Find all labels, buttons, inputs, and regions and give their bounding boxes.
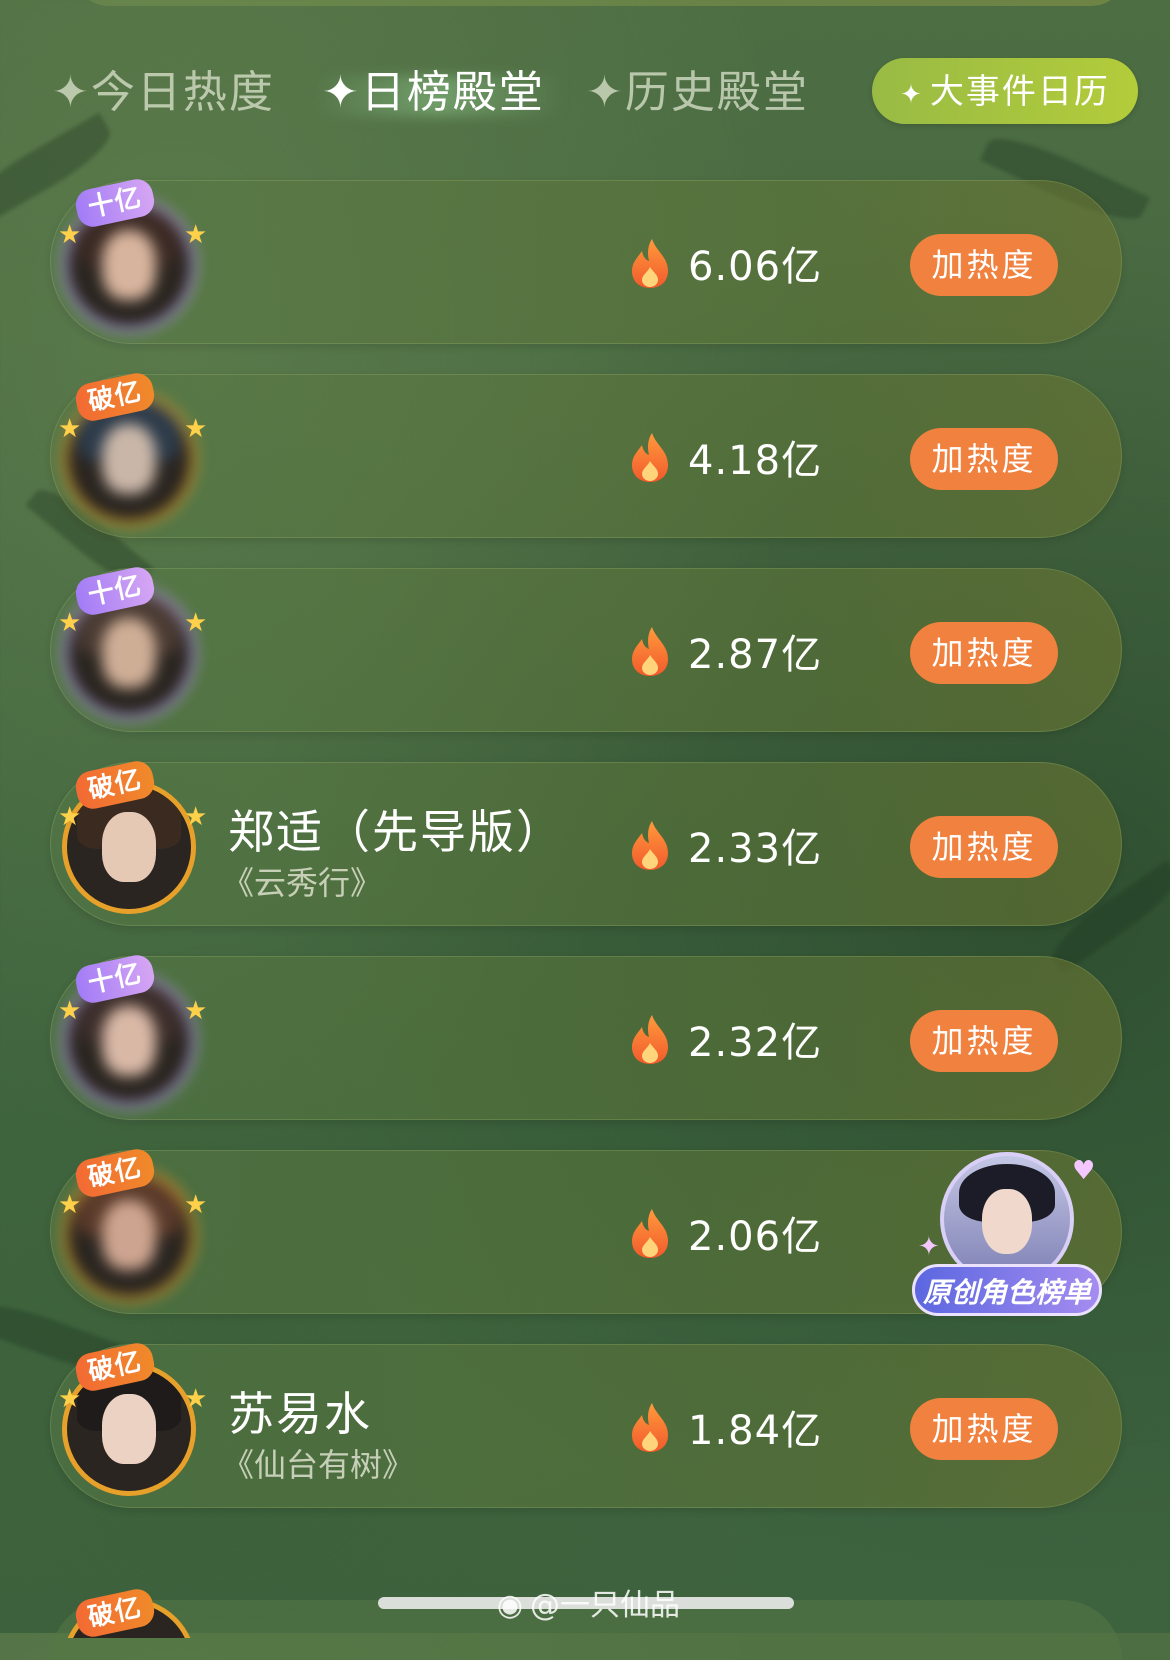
star-icon: ★ [184, 1384, 208, 1414]
ranking-row[interactable]: 十亿 ★ ★ 6.06亿 加热度 [50, 176, 1122, 344]
fire-icon [632, 627, 668, 676]
heat-value: 2.87亿 [688, 632, 823, 678]
avatar-container[interactable]: 破亿 ★ ★ [56, 370, 207, 530]
heat-value: 2.32亿 [688, 1020, 823, 1066]
avatar-container[interactable]: 破亿 ★ ★ [56, 1146, 207, 1306]
star-icon: ★ [58, 608, 82, 638]
original-character-ranking-label: 原创角色榜单 [912, 1264, 1102, 1316]
character-name: 苏易水 [228, 1387, 372, 1441]
star-icon: ★ [184, 996, 208, 1026]
fire-icon [632, 821, 668, 870]
avatar-container[interactable]: 破亿 [56, 1548, 202, 1638]
avatar-container[interactable]: 十亿 ★ ★ [56, 176, 207, 336]
heat-value-group: 2.32亿 [630, 1012, 822, 1066]
sparkle-icon: ✦ [900, 79, 924, 109]
event-calendar-label: 大事件日历 [929, 73, 1110, 111]
heat-value: 6.06亿 [688, 244, 823, 290]
avatar-container[interactable]: 十亿 ★ ★ [56, 564, 207, 724]
heat-value-group: 1.84亿 [630, 1400, 822, 1454]
event-calendar-button[interactable]: ✦ 大事件日历 [872, 58, 1138, 124]
star-icon: ★ [184, 608, 208, 638]
previous-card-edge [70, 0, 1130, 6]
original-character-ranking-entry[interactable]: ✦ ♥ 原创角色榜单 [912, 1152, 1102, 1320]
work-title: 《云秀行》 [222, 864, 383, 902]
star-icon: ★ [58, 220, 82, 250]
weibo-icon: ◉ [496, 1588, 524, 1623]
heat-value: 2.33亿 [688, 826, 823, 872]
avatar-container[interactable]: 破亿 ★ ★ [56, 1340, 207, 1500]
ranking-row[interactable]: 破亿 ★ ★ 苏易水 《仙台有树》 1.84亿 加热度 [50, 1340, 1122, 1508]
watermark-text: @一只仙品 [530, 1588, 680, 1623]
add-heat-button[interactable]: 加热度 [910, 428, 1058, 490]
tab-today-heat[interactable]: ✦今日热度 [52, 58, 275, 128]
sparkle-icon: ✦ [918, 1232, 940, 1262]
ranking-row[interactable]: 破亿 ★ ★ 4.18亿 加热度 [50, 370, 1122, 538]
ranking-row[interactable]: 十亿 ★ ★ 2.32亿 加热度 [50, 952, 1122, 1120]
heat-value-group: 2.87亿 [630, 624, 822, 678]
heat-value: 2.06亿 [688, 1214, 823, 1260]
heat-value-group: 2.33亿 [630, 818, 822, 872]
star-icon: ★ [184, 414, 208, 444]
heat-value-group: 6.06亿 [630, 236, 822, 290]
tab-daily-hall[interactable]: ✦日榜殿堂 [322, 58, 545, 128]
avatar-container[interactable]: 破亿 ★ ★ [56, 758, 207, 918]
heat-value-group: 2.06亿 [630, 1206, 822, 1260]
fire-icon [632, 433, 668, 482]
fire-icon [632, 1209, 668, 1258]
add-heat-button[interactable]: 加热度 [910, 816, 1058, 878]
fire-icon [632, 1403, 668, 1452]
star-icon: ★ [58, 1190, 82, 1220]
character-name: 郑适（先导版） [228, 805, 564, 859]
star-icon: ★ [58, 802, 82, 832]
heart-icon: ♥ [1072, 1156, 1096, 1186]
tab-history-hall[interactable]: ✦历史殿堂 [586, 58, 809, 128]
fire-icon [632, 239, 668, 288]
work-title: 《仙台有树》 [222, 1446, 415, 1484]
add-heat-button[interactable]: 加热度 [910, 1398, 1058, 1460]
star-icon: ★ [184, 1190, 208, 1220]
star-icon: ★ [184, 220, 208, 250]
watermark: ◉ @一只仙品 [490, 1580, 680, 1624]
ranking-row[interactable]: 破亿 ★ ★ 郑适（先导版） 《云秀行》 2.33亿 加热度 [50, 758, 1122, 926]
star-icon: ★ [58, 1384, 82, 1414]
heat-value-group: 4.18亿 [630, 430, 822, 484]
avatar-container[interactable]: 十亿 ★ ★ [56, 952, 207, 1112]
heat-value: 1.84亿 [688, 1408, 823, 1454]
star-icon: ★ [58, 414, 82, 444]
star-icon: ★ [58, 996, 82, 1026]
heat-value: 4.18亿 [688, 438, 823, 484]
add-heat-button[interactable]: 加热度 [910, 622, 1058, 684]
add-heat-button[interactable]: 加热度 [910, 234, 1058, 296]
fire-icon [632, 1015, 668, 1064]
add-heat-button[interactable]: 加热度 [910, 1010, 1058, 1072]
ranking-row[interactable]: 十亿 ★ ★ 2.87亿 加热度 [50, 564, 1122, 732]
star-icon: ★ [184, 802, 208, 832]
